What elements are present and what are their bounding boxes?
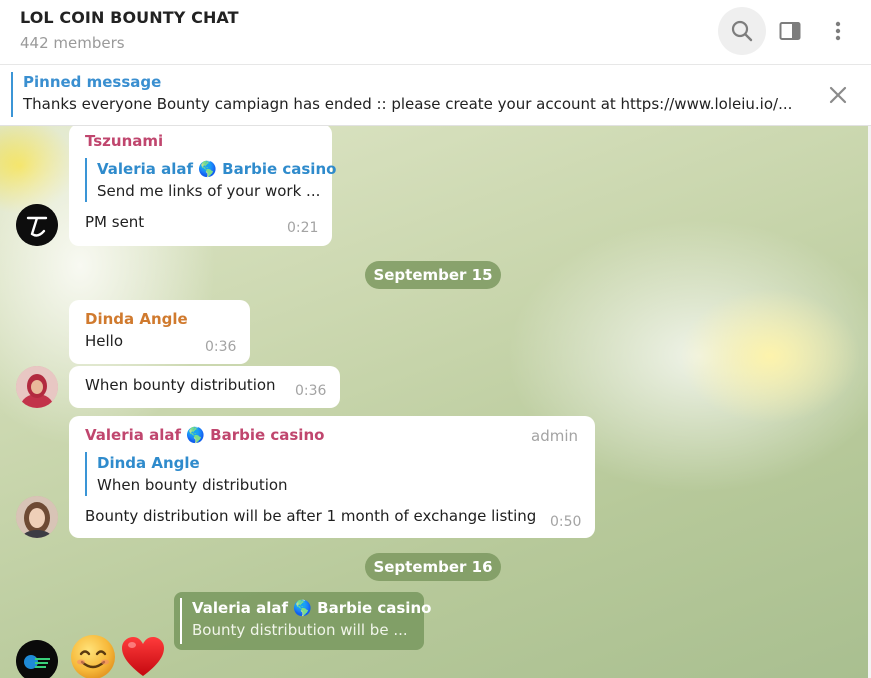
message-time: 0:50 <box>550 514 582 530</box>
avatar[interactable] <box>16 640 58 678</box>
reply-sender: Valeria alaf 🌎 Barbie casino <box>192 599 432 617</box>
pinned-message-bar[interactable]: Pinned message Thanks everyone Bounty ca… <box>0 65 871 126</box>
admin-badge: admin <box>531 427 578 445</box>
sender-name[interactable]: Dinda Angle <box>85 310 188 328</box>
reply-sender: Dinda Angle <box>97 454 200 472</box>
message-text: Hello <box>85 332 124 350</box>
date-separator: September 15 <box>365 261 501 289</box>
more-options-button[interactable] <box>814 7 862 55</box>
search-icon <box>731 20 753 42</box>
reply-quote[interactable]: Valeria alaf 🌎 Barbie casino Bounty dist… <box>174 592 431 650</box>
message-bubble[interactable]: Tszunami Valeria alaf 🌎 Barbie casino Se… <box>69 126 336 246</box>
user-logo-icon <box>16 640 58 678</box>
pinned-title: Pinned message <box>23 73 162 91</box>
search-button[interactable] <box>718 7 766 55</box>
tszunami-logo-icon <box>16 204 58 246</box>
date-separator: September 16 <box>365 553 501 581</box>
chat-messages-area[interactable]: Tszunami Valeria alaf 🌎 Barbie casino Se… <box>0 126 868 678</box>
member-count: 442 members <box>20 34 125 52</box>
reply-text: When bounty distribution <box>97 476 288 494</box>
red-heart-icon <box>122 637 164 676</box>
sender-name[interactable]: Tszunami <box>85 132 163 150</box>
chat-header[interactable]: LOL COIN BOUNTY CHAT 442 members <box>0 0 871 65</box>
message-text: When bounty distribution <box>85 376 276 394</box>
reply-quote[interactable]: Dinda Angle When bounty distribution <box>85 452 288 496</box>
sender-name[interactable]: Valeria alaf 🌎 Barbie casino <box>85 426 324 444</box>
message-text: PM sent <box>85 213 145 231</box>
reply-quote[interactable]: Valeria alaf 🌎 Barbie casino Send me lin… <box>85 158 336 202</box>
red-heart-emoji[interactable] <box>120 634 166 678</box>
more-vertical-icon <box>835 21 841 41</box>
avatar[interactable] <box>16 496 58 538</box>
close-icon <box>829 86 847 104</box>
message-bubble[interactable]: Dinda Angle Hello 0:36 <box>69 300 250 364</box>
reply-sender: Valeria alaf 🌎 Barbie casino <box>97 160 337 178</box>
avatar[interactable] <box>16 204 58 246</box>
avatar[interactable] <box>16 366 58 408</box>
message-time: 0:21 <box>287 220 319 236</box>
reply-accent-bar <box>180 598 182 644</box>
message-time: 0:36 <box>205 339 237 355</box>
side-panel-button[interactable] <box>766 7 814 55</box>
user-photo-icon <box>16 366 58 408</box>
message-time: 0:36 <box>295 383 327 399</box>
smiling-face-emoji[interactable] <box>70 634 116 678</box>
smiling-face-icon <box>71 635 115 678</box>
pinned-close-button[interactable] <box>824 81 852 109</box>
pinned-text: Thanks everyone Bounty campiagn has ende… <box>23 95 793 113</box>
side-panel-icon <box>779 22 801 40</box>
reply-text: Send me links of your work ... <box>97 182 321 200</box>
message-bubble[interactable]: When bounty distribution 0:36 <box>69 366 340 408</box>
message-text: Bounty distribution will be after 1 mont… <box>85 507 537 525</box>
pinned-accent-bar <box>11 72 13 117</box>
message-bubble[interactable]: Valeria alaf 🌎 Barbie casino admin Dinda… <box>69 416 595 538</box>
reply-text: Bounty distribution will be ... <box>192 621 408 639</box>
chat-title[interactable]: LOL COIN BOUNTY CHAT <box>20 8 239 27</box>
user-photo-icon <box>16 496 58 538</box>
